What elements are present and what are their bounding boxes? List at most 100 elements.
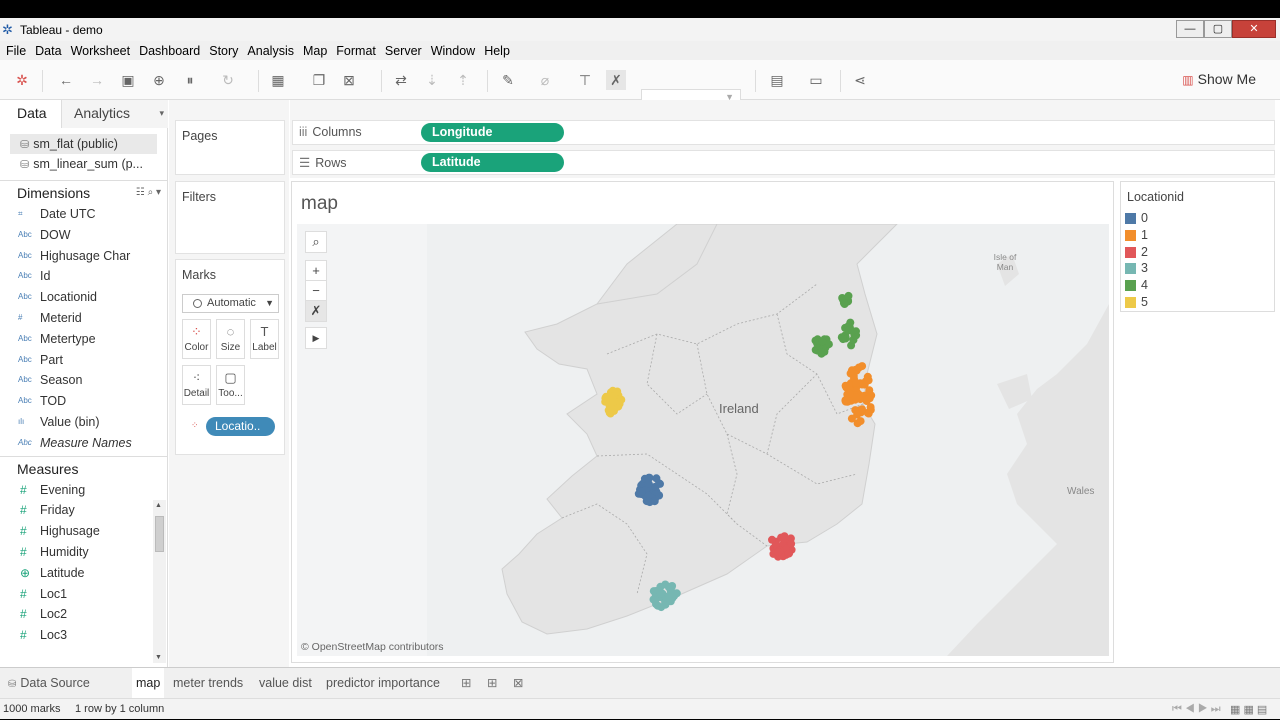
dimension-field[interactable]: ⌗ Date UTC — [0, 204, 167, 225]
map-mark[interactable] — [858, 405, 866, 414]
map-mark[interactable] — [604, 406, 613, 415]
measure-field[interactable]: ⊕ Latitude — [0, 563, 167, 584]
menu-data[interactable]: Data — [35, 44, 61, 58]
dimension-field[interactable]: Abc Metertype — [0, 329, 167, 350]
map-mark[interactable] — [667, 583, 676, 592]
sheet-nav-icons[interactable]: ⏮ ◀ ▶ ⏭ — [1172, 703, 1221, 716]
new-worksheet-tab-icon[interactable]: ⊞ — [461, 668, 471, 699]
menu-server[interactable]: Server — [385, 44, 422, 58]
sheet-title[interactable]: map — [301, 193, 338, 215]
measure-field[interactable]: # Loc3 — [0, 625, 167, 646]
map-mark[interactable] — [841, 396, 850, 405]
new-worksheet-icon[interactable]: ▦ — [268, 70, 288, 90]
map-mark[interactable] — [841, 381, 850, 390]
zoom-out-button[interactable]: − — [305, 280, 327, 302]
dimension-field[interactable]: Abc DOW — [0, 225, 167, 246]
map-mark[interactable] — [818, 337, 827, 346]
measure-field[interactable]: # Highusage — [0, 521, 167, 542]
color-button[interactable]: ⁘ Color — [182, 319, 211, 359]
map-mark[interactable] — [787, 539, 796, 548]
chevron-down-icon[interactable]: ▾ — [159, 100, 164, 126]
map-mark[interactable] — [656, 582, 665, 591]
dimension-field[interactable]: Abc Locationid — [0, 287, 167, 308]
map-mark[interactable] — [863, 372, 872, 381]
mark-type-dropdown[interactable]: Automatic ▼ — [182, 294, 279, 313]
tab-predictor-importance[interactable]: predictor importance — [326, 668, 440, 699]
map-mark[interactable] — [844, 291, 853, 300]
minimize-button[interactable]: — — [1176, 20, 1204, 38]
map-mark[interactable] — [601, 394, 610, 403]
legend-item[interactable]: 4 — [1121, 277, 1274, 294]
pages-card[interactable]: Pages — [175, 120, 285, 175]
map-mark[interactable] — [865, 386, 874, 395]
data-source-tab[interactable]: ⛁ Data Source — [8, 668, 90, 699]
swap-rows-columns-icon[interactable]: ⇄ — [391, 70, 411, 90]
map-mark[interactable] — [643, 497, 652, 506]
legend-item[interactable]: 3 — [1121, 260, 1274, 277]
longitude-pill[interactable]: Longitude — [421, 123, 564, 142]
latitude-pill[interactable]: Latitude — [421, 153, 564, 172]
clear-sheet-icon[interactable]: ⊠ — [339, 70, 359, 90]
dimension-field[interactable]: Abc Measure Names — [0, 433, 167, 454]
menu-story[interactable]: Story — [209, 44, 238, 58]
new-story-tab-icon[interactable]: ⊠ — [513, 668, 523, 699]
scroll-thumb[interactable] — [155, 516, 164, 552]
duplicate-sheet-icon[interactable]: ❐ — [309, 70, 329, 90]
label-button[interactable]: T Label — [250, 319, 279, 359]
map-mark[interactable] — [855, 363, 863, 372]
menu-help[interactable]: Help — [484, 44, 510, 58]
sort-descending-icon[interactable]: ⇡ — [453, 70, 473, 90]
datasource-item[interactable]: ⛁ sm_linear_sum (p... — [0, 154, 167, 174]
legend-item[interactable]: 2 — [1121, 244, 1274, 261]
group-members-icon[interactable]: ⌀ — [535, 70, 555, 90]
fix-axes-icon[interactable]: ✗ — [606, 70, 626, 90]
dimension-field[interactable]: Abc Part — [0, 350, 167, 371]
dimension-field[interactable]: # Meterid — [0, 308, 167, 329]
menu-format[interactable]: Format — [336, 44, 376, 58]
map-mark[interactable] — [651, 596, 660, 604]
map-mark[interactable] — [774, 548, 783, 556]
legend-item[interactable]: 5 — [1121, 294, 1274, 311]
maximize-button[interactable]: ▢ — [1204, 20, 1232, 38]
presentation-mode-icon[interactable]: ▭ — [806, 70, 826, 90]
size-button[interactable]: ◌ Size — [216, 319, 245, 359]
scroll-down-icon[interactable]: ▼ — [155, 654, 162, 661]
map-canvas[interactable]: ⌕ + − ✗ ▶ Ireland Wales Isle of Man © Op… — [297, 224, 1109, 656]
map-mark[interactable] — [768, 535, 776, 544]
dimension-field[interactable]: Abc Id — [0, 266, 167, 287]
dimension-field[interactable]: ılı Value (bin) — [0, 412, 167, 433]
menu-worksheet[interactable]: Worksheet — [71, 44, 131, 58]
measure-field[interactable]: # Evening — [0, 480, 167, 501]
view-search-icons[interactable]: ☷ ⌕ ▾ — [136, 181, 161, 205]
measures-scrollbar[interactable]: ▲ ▼ — [153, 500, 166, 663]
map-mark[interactable] — [609, 392, 618, 401]
show-mark-labels-icon[interactable]: ⊤ — [575, 70, 595, 90]
menu-file[interactable]: File — [6, 44, 26, 58]
tooltip-button[interactable]: ▢ Too... — [216, 365, 245, 405]
menu-window[interactable]: Window — [431, 44, 475, 58]
tab-analytics[interactable]: Analytics ▾ — [62, 100, 168, 128]
map-mark[interactable] — [839, 335, 847, 344]
map-mark[interactable] — [644, 473, 653, 482]
tab-meter-trends[interactable]: meter trends — [173, 668, 243, 699]
dimension-field[interactable]: Abc Season — [0, 370, 167, 391]
sort-ascending-icon[interactable]: ⇣ — [422, 70, 442, 90]
measure-field[interactable]: # Loc2 — [0, 604, 167, 625]
pin-map-icon[interactable]: ✗ — [305, 300, 327, 322]
map-mark[interactable] — [666, 596, 675, 605]
filters-card[interactable]: Filters — [175, 181, 285, 254]
tab-map[interactable]: map — [132, 668, 165, 699]
tab-value-dist[interactable]: value dist — [259, 668, 312, 699]
map-mark[interactable] — [655, 479, 663, 488]
menu-dashboard[interactable]: Dashboard — [139, 44, 200, 58]
redo-icon[interactable]: → — [87, 70, 107, 90]
map-mark[interactable] — [848, 327, 857, 336]
menu-analysis[interactable]: Analysis — [247, 44, 294, 58]
undo-icon[interactable]: ← — [56, 70, 76, 90]
map-search-icon[interactable]: ⌕ — [305, 231, 327, 253]
sheet-view-icons[interactable]: ▦ ▦ ▤ — [1230, 703, 1267, 716]
save-icon[interactable]: ▣ — [118, 70, 138, 90]
new-data-source-icon[interactable]: ⊕ — [149, 70, 169, 90]
map-mark[interactable] — [864, 409, 873, 418]
share-icon[interactable]: ⋖ — [850, 70, 870, 90]
